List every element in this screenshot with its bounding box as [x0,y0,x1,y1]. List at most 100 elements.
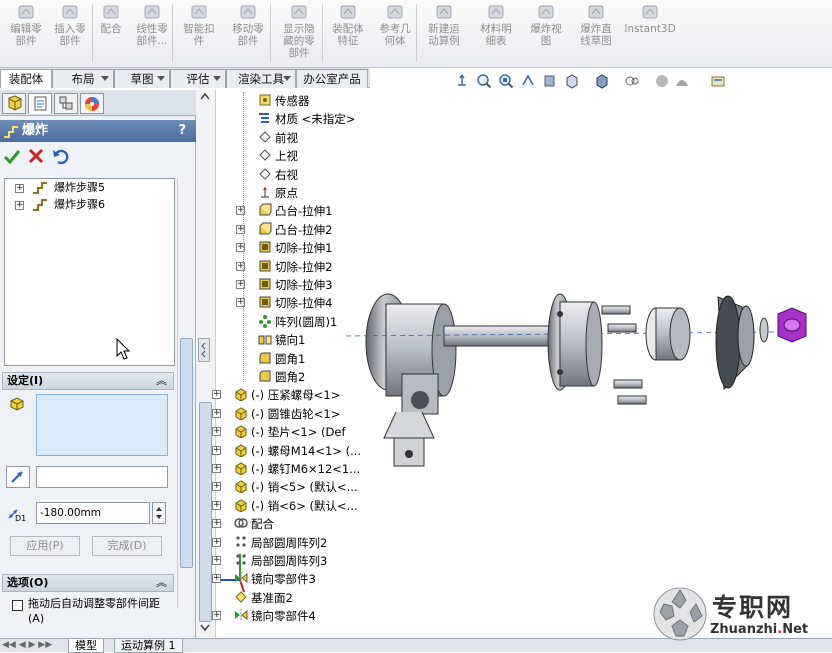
tree-item[interactable]: 基准面2 [234,589,293,607]
auto-space-checkbox[interactable] [12,600,23,611]
previous-view-icon[interactable] [520,73,536,89]
view-orientation-icon[interactable] [564,73,580,89]
expand-icon[interactable]: + [212,611,221,621]
tree-item[interactable]: + 镜向零部件4 [212,607,316,625]
triad-icon[interactable] [454,73,470,89]
selected-components-box[interactable] [36,394,168,456]
tree-item[interactable]: + 局部圆周阵列3 [212,552,327,570]
ribbon-button-1[interactable]: 插入零 部件 [50,2,90,47]
tree-item[interactable]: + (-) 压紧螺母<1> [212,386,340,404]
tab-motion-study[interactable]: 运动算例 1 [114,639,183,653]
ribbon-button-0[interactable]: 编辑零 部件 [4,2,48,47]
display-style-icon[interactable] [594,73,610,89]
expand-icon[interactable]: + [212,482,221,492]
display-manager-tab[interactable] [80,93,104,114]
expand-icon[interactable]: + [212,427,221,437]
tree-item[interactable]: + 配合 [212,515,274,533]
property-manager-tab[interactable] [28,93,52,114]
scrollbar-thumb[interactable] [180,338,193,568]
splitter-grip[interactable] [198,338,210,362]
view-settings-icon[interactable] [710,73,726,89]
ribbon-button-4[interactable]: 智能扣 件 [178,2,220,47]
tree-item[interactable]: 圆角1 [258,350,305,368]
ribbon-button-12[interactable]: 爆炸直 线草图 [574,2,618,47]
expand-icon[interactable]: + [212,519,221,529]
tab-layout[interactable]: 布局 [52,69,114,88]
ribbon-button-13[interactable]: Instant3D [624,2,676,35]
tab-office-products[interactable]: 办公室产品 [296,69,368,88]
ribbon-button-5[interactable]: 移动零 部件 [226,2,270,47]
direction-button[interactable] [6,466,30,488]
tree-item[interactable]: + (-) 垫片<1> (Def [212,423,346,441]
tree-item[interactable]: 传感器 [258,92,310,110]
zoom-to-fit-icon[interactable] [476,73,492,89]
list-item[interactable]: + 爆炸步骤6 [15,196,105,213]
tree-item[interactable]: + 凸台-拉伸1 [236,202,332,220]
expand-icon[interactable]: + [212,445,221,455]
collapse-chevron-icon[interactable]: ︽ [156,373,167,389]
direction-field[interactable] [36,466,168,488]
property-manager-scrollbar[interactable] [177,178,194,608]
expand-icon[interactable]: + [212,500,221,510]
tree-item[interactable]: 上视 [258,147,298,165]
tab-scroll-buttons[interactable]: ◀◀ ◀ ▶ ▶▶ [2,640,62,652]
ribbon-button-8[interactable]: 参考几 何体 [374,2,416,47]
tree-item[interactable]: + (-) 螺母M14<1> (... [212,442,361,460]
undo-icon[interactable] [52,148,70,164]
ribbon-button-9[interactable]: 新建运 动算例 [422,2,466,47]
options-section-header[interactable]: 选项(O) ︽ [2,574,174,592]
zoom-area-icon[interactable] [498,73,514,89]
tree-item[interactable]: + (-) 销<6> (默认<... [212,497,358,515]
feature-manager-tab[interactable] [2,93,26,114]
expand-icon[interactable]: + [212,537,221,547]
tree-item[interactable]: 圆角2 [258,368,305,386]
tab-evaluate[interactable]: 评估 [170,69,226,88]
tree-item[interactable]: + 切除-拉伸2 [236,258,332,276]
scrollbar-thumb[interactable] [199,402,212,622]
list-item[interactable]: + 爆炸步骤5 [15,179,105,196]
hide-show-items-icon[interactable] [624,73,640,89]
scroll-up-icon[interactable] [199,92,211,100]
bevel-gear-part[interactable] [715,295,755,391]
tree-item[interactable]: + (-) 销<5> (默认<... [212,478,358,496]
selected-nut-part[interactable] [777,307,807,343]
expand-icon[interactable]: + [212,408,221,418]
expand-icon[interactable]: + [212,464,221,473]
tree-item[interactable]: + 局部圆周阵列2 [212,534,327,552]
ribbon-button-2[interactable]: 配合 [96,2,126,35]
distance-input[interactable]: -180.00mm [36,502,150,524]
section-view-icon[interactable] [542,73,558,89]
settings-section-header[interactable]: 设定(I) ︽ [2,372,174,390]
expand-icon[interactable]: + [15,200,24,210]
apply-scene-icon[interactable] [674,73,690,89]
tree-item[interactable]: 原点 [258,184,298,202]
apply-button[interactable]: 应用(P) [10,536,80,556]
tree-item[interactable]: + 切除-拉伸4 [236,294,332,312]
tab-assembly[interactable]: 装配体 [0,69,52,88]
spinner-arrows-icon[interactable] [153,503,165,523]
tab-render-tools[interactable]: 渲染工具 [226,69,296,88]
help-icon[interactable]: ? [178,120,186,142]
expand-icon[interactable]: + [212,574,221,584]
tree-item[interactable]: 右视 [258,166,298,184]
expand-icon[interactable]: + [212,390,221,400]
configuration-manager-tab[interactable] [54,93,78,114]
done-button[interactable]: 完成(D) [92,536,162,556]
distance-spinner[interactable] [152,502,166,524]
explode-steps-list[interactable]: + 爆炸步骤5 + 爆炸步骤6 [4,178,175,366]
tree-item[interactable]: 镜向1 [258,331,305,349]
ribbon-button-3[interactable]: 线性零 部件... [130,2,174,47]
bolt-parts[interactable] [601,305,647,405]
tree-item[interactable]: 阵列(圆周)1 [258,313,337,331]
tree-item[interactable]: 材质 <未指定> [258,110,355,128]
tree-item[interactable]: + 切除-拉伸3 [236,276,332,294]
tree-item[interactable]: + 切除-拉伸1 [236,239,332,257]
tree-item[interactable]: + 镜向零部件3 [212,570,316,588]
ribbon-button-7[interactable]: 装配体 特征 [328,2,368,47]
edit-appearance-icon[interactable] [654,73,670,89]
bushing-part[interactable] [645,307,691,361]
washer-part[interactable] [759,317,769,343]
expand-icon[interactable]: + [15,183,24,193]
tree-item[interactable]: + (-) 螺钉M6×12<1... [212,460,360,478]
collapse-chevron-icon[interactable]: ︽ [156,575,167,591]
